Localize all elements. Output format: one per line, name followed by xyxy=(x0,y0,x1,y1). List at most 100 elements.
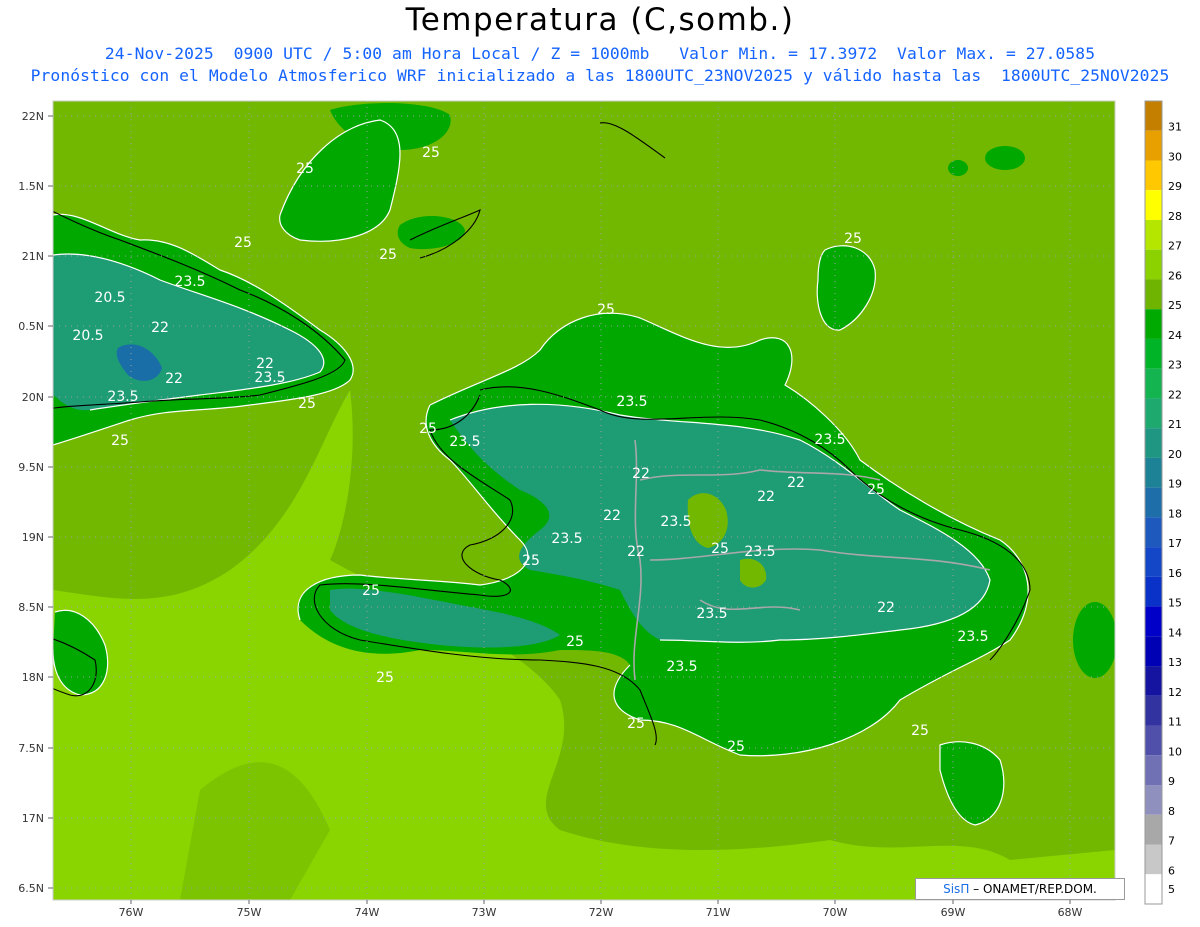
colorbar-label: 5 xyxy=(1168,883,1175,896)
colorbar-label: 12 xyxy=(1168,686,1182,699)
colorbar-label: 30 xyxy=(1168,150,1182,163)
longitude-axis: 76W 75W 74W 73W 72W 71W 70W 69W 68W xyxy=(119,900,1083,919)
colorbar-swatch xyxy=(1145,338,1162,369)
colorbar-label: 26 xyxy=(1168,269,1182,282)
contour-label: 25 xyxy=(566,634,584,650)
colorbar-swatch xyxy=(1145,309,1162,339)
colorbar-swatch xyxy=(1145,130,1162,161)
lon-tick-label: 70W xyxy=(823,906,848,919)
contour-label: 23.5 xyxy=(744,544,775,560)
colorbar-label: 22 xyxy=(1168,388,1182,401)
colorbar-label: 28 xyxy=(1168,210,1182,223)
colorbar-swatch xyxy=(1145,874,1162,904)
contour-label: 25 xyxy=(376,670,394,686)
colorbar-swatch xyxy=(1145,666,1162,696)
colorbar-label: 11 xyxy=(1168,716,1182,729)
colorbar-label: 17 xyxy=(1168,537,1182,550)
colorbar-swatch xyxy=(1145,636,1162,667)
colorbar-label: 15 xyxy=(1168,597,1182,610)
colorbar-label: 16 xyxy=(1168,567,1182,580)
lat-tick-label: 9.5N xyxy=(18,461,44,474)
contour-label: 22 xyxy=(757,489,775,505)
contour-label: 25 xyxy=(379,247,397,263)
contour-label: 23.5 xyxy=(551,531,582,547)
lon-tick-label: 69W xyxy=(941,906,966,919)
contour-label: 25 xyxy=(362,583,380,599)
lon-tick-label: 68W xyxy=(1058,906,1083,919)
colorbar-label: 31 xyxy=(1168,121,1182,134)
colorbar-swatch xyxy=(1145,398,1162,429)
colorbar-swatch xyxy=(1145,844,1162,875)
colorbar-swatch xyxy=(1145,606,1162,637)
colorbar-label: 29 xyxy=(1168,180,1182,193)
contour-label: 22 xyxy=(165,371,183,387)
contour-label: 22 xyxy=(877,600,895,616)
colorbar-label: 19 xyxy=(1168,478,1182,491)
contour-label: 23.5 xyxy=(696,606,727,622)
colorbar-swatch xyxy=(1145,160,1162,191)
colorbar-label: 25 xyxy=(1168,299,1182,312)
colorbar-swatch xyxy=(1145,219,1162,250)
colorbar-label: 14 xyxy=(1168,626,1182,639)
lon-tick-label: 74W xyxy=(355,906,380,919)
colorbar-label: 23 xyxy=(1168,359,1182,372)
colorbar-label: 9 xyxy=(1168,775,1175,788)
contour-label: 25 xyxy=(727,739,745,755)
contour-label: 22 xyxy=(151,320,169,336)
colorbar-swatch xyxy=(1145,695,1162,726)
latitude-axis: 22N 1.5N 21N 0.5N 20N 9.5N 19N 8.5N 18N 7.5N 17N 6.… xyxy=(18,110,53,895)
lon-tick-label: 72W xyxy=(589,906,614,919)
colorbar-swatch xyxy=(1145,576,1162,607)
contour-label: 25 xyxy=(111,433,129,449)
contour-label: 23.5 xyxy=(957,629,988,645)
colorbar-swatch xyxy=(1145,755,1162,786)
contour-label: 23.5 xyxy=(174,274,205,290)
colorbar-label: 27 xyxy=(1168,240,1182,253)
contour-label: 22 xyxy=(787,475,805,491)
contour-label: 25 xyxy=(419,421,437,437)
contour-label: 25 xyxy=(296,161,314,177)
small-island-2 xyxy=(948,160,968,176)
lat-tick-label: 18N xyxy=(22,671,44,684)
colorbar-swatch xyxy=(1145,368,1162,399)
colorbar-swatch xyxy=(1145,457,1162,488)
contour-label: 25 xyxy=(911,723,929,739)
mona-blob xyxy=(1073,602,1115,678)
colorbar-swatch xyxy=(1145,487,1162,518)
lat-tick-label: 0.5N xyxy=(18,320,44,333)
lat-tick-label: 1.5N xyxy=(18,180,44,193)
colorbar-swatch xyxy=(1145,190,1162,220)
contour-label: 20.5 xyxy=(72,328,103,344)
contour-label: 25 xyxy=(844,231,862,247)
contour-label: 25 xyxy=(234,235,252,251)
colorbar-swatch xyxy=(1145,428,1162,458)
colorbar-label: 8 xyxy=(1168,805,1175,818)
contour-label: 25 xyxy=(627,716,645,732)
colorbar-label: 7 xyxy=(1168,835,1175,848)
contour-label: 22 xyxy=(627,544,645,560)
contour-label: 25 xyxy=(597,302,615,318)
colorbar: 31 30 29 28 27 26 25 24 23 22 21 20 19 18 17 16 15 14 13 12… xyxy=(1144,100,1182,905)
sispi-logo: SisΠ xyxy=(943,882,970,896)
contour-label: 23.5 xyxy=(616,394,647,410)
contour-label: 23.5 xyxy=(254,370,285,386)
colorbar-label: 10 xyxy=(1168,745,1182,758)
contour-label: 23.5 xyxy=(449,434,480,450)
contour-label: 23.5 xyxy=(660,514,691,530)
contour-label: 23.5 xyxy=(107,389,138,405)
lon-tick-label: 76W xyxy=(119,906,144,919)
temperature-map: 25 25 25 25 23.5 20.5 22 20.5 22 22 23.5 23.5 25 25 25… xyxy=(18,100,1182,919)
contour-label: 25 xyxy=(522,553,540,569)
lat-tick-label: 17N xyxy=(22,812,44,825)
colorbar-swatch xyxy=(1145,517,1162,548)
credit-box: SisΠ – ONAMET/REP.DOM. xyxy=(915,878,1125,900)
colorbar-swatch xyxy=(1145,547,1162,577)
contour-label: 23.5 xyxy=(666,659,697,675)
colorbar-swatch xyxy=(1145,814,1162,845)
contour-label: 25 xyxy=(711,541,729,557)
colorbar-swatch xyxy=(1145,249,1162,280)
contour-label: 22 xyxy=(603,508,621,524)
contour-label: 25 xyxy=(422,145,440,161)
colorbar-label: 20 xyxy=(1168,448,1182,461)
contour-label: 20.5 xyxy=(94,290,125,306)
